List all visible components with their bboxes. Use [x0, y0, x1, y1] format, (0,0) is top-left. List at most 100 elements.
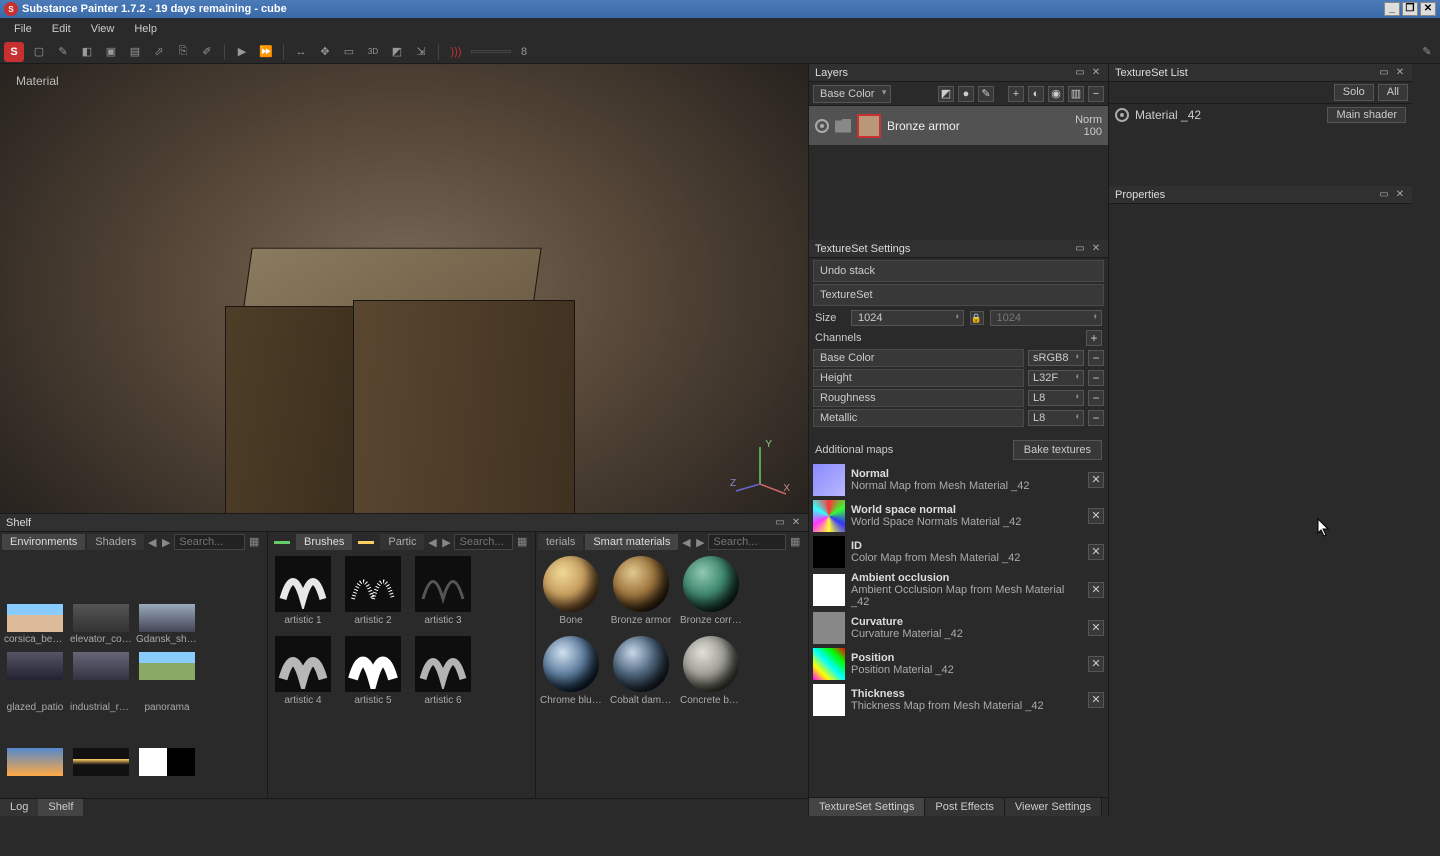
circle-icon[interactable]: ● — [958, 86, 974, 102]
channel-name[interactable]: Base Color — [813, 349, 1024, 367]
remove-channel-icon[interactable]: − — [1088, 410, 1104, 426]
smudge-icon[interactable]: ⬀ — [150, 43, 168, 61]
undo-stack[interactable]: Undo stack — [813, 260, 1104, 282]
brush-item[interactable]: artistic 5 — [342, 636, 404, 714]
viewport-3d[interactable]: Material Y X Z — [0, 64, 808, 513]
textureset-section[interactable]: TextureSet — [813, 284, 1104, 306]
channel-format[interactable]: L32F — [1028, 370, 1084, 386]
map-row[interactable]: Ambient occlusionAmbient Occlusion Map f… — [809, 570, 1108, 610]
add-layer-icon[interactable]: + — [1008, 86, 1024, 102]
delete-icon[interactable]: − — [1088, 86, 1104, 102]
menu-help[interactable]: Help — [124, 20, 167, 38]
brush-item[interactable]: artistic 6 — [412, 636, 474, 714]
visibility-icon[interactable] — [1115, 108, 1129, 122]
grid-icon[interactable]: ▦ — [249, 535, 263, 549]
wand-icon[interactable]: ✎ — [1418, 43, 1436, 61]
grid-icon[interactable]: ▦ — [790, 535, 804, 549]
grid-icon[interactable]: ▦ — [517, 535, 531, 549]
folder-icon[interactable] — [835, 119, 851, 133]
size-w[interactable]: 1024 — [851, 310, 964, 326]
camera-icon[interactable]: ◩ — [388, 43, 406, 61]
undock-icon[interactable]: ▭ — [1074, 67, 1086, 79]
env-item[interactable] — [136, 652, 198, 698]
undock-icon[interactable]: ▭ — [774, 517, 786, 529]
pick-icon[interactable]: ✐ — [198, 43, 216, 61]
blend-mode[interactable]: Norm — [1075, 114, 1102, 126]
undock-icon[interactable]: ▭ — [1378, 189, 1390, 201]
clear-map-icon[interactable]: ✕ — [1088, 582, 1104, 598]
channel-name[interactable]: Roughness — [813, 389, 1024, 407]
projection-icon[interactable]: ▣ — [102, 43, 120, 61]
close-panel-icon[interactable]: ✕ — [1090, 67, 1102, 79]
map-row[interactable]: ThicknessThickness Map from Mesh Materia… — [809, 682, 1108, 718]
size-h[interactable]: 1024 — [990, 310, 1103, 326]
env-item[interactable]: corsica_beach — [4, 604, 66, 650]
tab-smart-materials[interactable]: Smart materials — [585, 534, 678, 550]
channel-combo[interactable]: Base Color — [813, 85, 891, 103]
brush-item[interactable]: artistic 1 — [272, 556, 334, 634]
tab-ts-settings[interactable]: TextureSet Settings — [809, 798, 925, 816]
add-smart-icon[interactable]: ◉ — [1048, 86, 1064, 102]
tab-environments[interactable]: Environments — [2, 534, 85, 550]
brush-search[interactable] — [454, 534, 513, 550]
move-icon[interactable]: ✥ — [316, 43, 334, 61]
menu-view[interactable]: View — [81, 20, 125, 38]
env-item[interactable]: panorama — [136, 700, 198, 746]
textureset-item[interactable]: Material _42 Main shader — [1109, 104, 1412, 126]
close-panel-icon[interactable]: ✕ — [1090, 243, 1102, 255]
lock-icon[interactable]: 🔒 — [970, 311, 984, 325]
smart-search[interactable] — [708, 534, 786, 550]
view3d-icon[interactable]: 3D — [364, 43, 382, 61]
tab-viewer-settings[interactable]: Viewer Settings — [1005, 798, 1102, 816]
env-item[interactable] — [4, 652, 66, 698]
fx-icon[interactable]: ✎ — [978, 86, 994, 102]
smart-material-item[interactable]: Bronze armor — [610, 556, 672, 634]
open-icon[interactable]: ▢ — [30, 43, 48, 61]
remove-channel-icon[interactable]: − — [1088, 390, 1104, 406]
clear-map-icon[interactable]: ✕ — [1088, 544, 1104, 560]
close-button[interactable]: ✕ — [1420, 2, 1436, 16]
close-panel-icon[interactable]: ✕ — [1394, 189, 1406, 201]
logo-icon[interactable]: S — [4, 42, 24, 62]
record-icon[interactable]: ))) — [447, 43, 465, 61]
folder-icon[interactable]: ▥ — [1068, 86, 1084, 102]
mask-icon[interactable]: ◩ — [938, 86, 954, 102]
map-row[interactable]: NormalNormal Map from Mesh Material _42✕ — [809, 462, 1108, 498]
opacity[interactable]: 100 — [1075, 126, 1102, 138]
channel-format[interactable]: L8 — [1028, 390, 1084, 406]
tab-materials[interactable]: terials — [538, 534, 583, 550]
visibility-icon[interactable] — [815, 119, 829, 133]
env-search[interactable] — [174, 534, 245, 550]
tab-brushes[interactable]: Brushes — [296, 534, 352, 550]
iray-icon[interactable]: ⇲ — [412, 43, 430, 61]
footer-tab-log[interactable]: Log — [0, 799, 38, 816]
remove-channel-icon[interactable]: − — [1088, 370, 1104, 386]
undock-icon[interactable]: ▭ — [1378, 67, 1390, 79]
env-item[interactable] — [4, 748, 66, 794]
brush-icon[interactable]: ✎ — [54, 43, 72, 61]
env-item[interactable]: industrial_room — [70, 700, 132, 746]
slider[interactable] — [471, 50, 511, 53]
layer-row[interactable]: Bronze armor Norm 100 — [809, 106, 1108, 146]
map-row[interactable]: PositionPosition Material _42✕ — [809, 646, 1108, 682]
bake-button[interactable]: Bake textures — [1013, 440, 1102, 460]
channel-format[interactable]: sRGB8 — [1028, 350, 1084, 366]
clone-icon[interactable]: ⎘ — [174, 43, 192, 61]
clear-map-icon[interactable]: ✕ — [1088, 508, 1104, 524]
close-panel-icon[interactable]: ✕ — [790, 517, 802, 529]
brush-item[interactable]: artistic 2 — [342, 556, 404, 634]
channel-name[interactable]: Metallic — [813, 409, 1024, 427]
menu-file[interactable]: File — [4, 20, 42, 38]
brush-item[interactable]: artistic 4 — [272, 636, 334, 714]
clear-map-icon[interactable]: ✕ — [1088, 656, 1104, 672]
brush-item[interactable]: artistic 3 — [412, 556, 474, 634]
nav-next-icon[interactable]: ▶ — [440, 536, 452, 549]
menu-edit[interactable]: Edit — [42, 20, 81, 38]
ff-icon[interactable]: ⏩ — [257, 43, 275, 61]
add-channel-icon[interactable]: + — [1086, 330, 1102, 346]
nav-prev-icon[interactable]: ◀ — [680, 536, 692, 549]
shader-button[interactable]: Main shader — [1327, 107, 1406, 123]
smart-material-item[interactable]: Chrome blue… — [540, 636, 602, 714]
smart-material-item[interactable]: Bronze corro… — [680, 556, 742, 634]
channel-format[interactable]: L8 — [1028, 410, 1084, 426]
